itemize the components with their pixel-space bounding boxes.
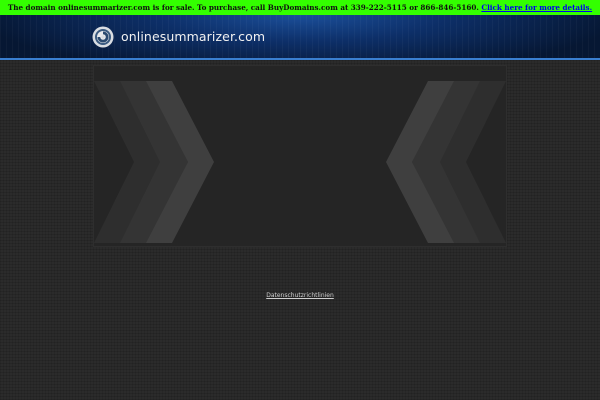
chevron-graphic: [94, 81, 506, 243]
sale-bar-text: The domain onlinesummarizer.com is for s…: [7, 3, 482, 12]
site-name[interactable]: onlinesummarizer.com: [121, 29, 265, 44]
site-header: onlinesummarizer.com: [0, 15, 600, 60]
domain-sale-bar: The domain onlinesummarizer.com is for s…: [0, 0, 600, 15]
circle-logo-icon[interactable]: [92, 26, 114, 48]
chevron-banner: [94, 66, 506, 246]
more-details-link[interactable]: Click here for more details.: [481, 3, 592, 12]
privacy-policy-link[interactable]: Datenschutzrichtlinien: [0, 292, 600, 299]
